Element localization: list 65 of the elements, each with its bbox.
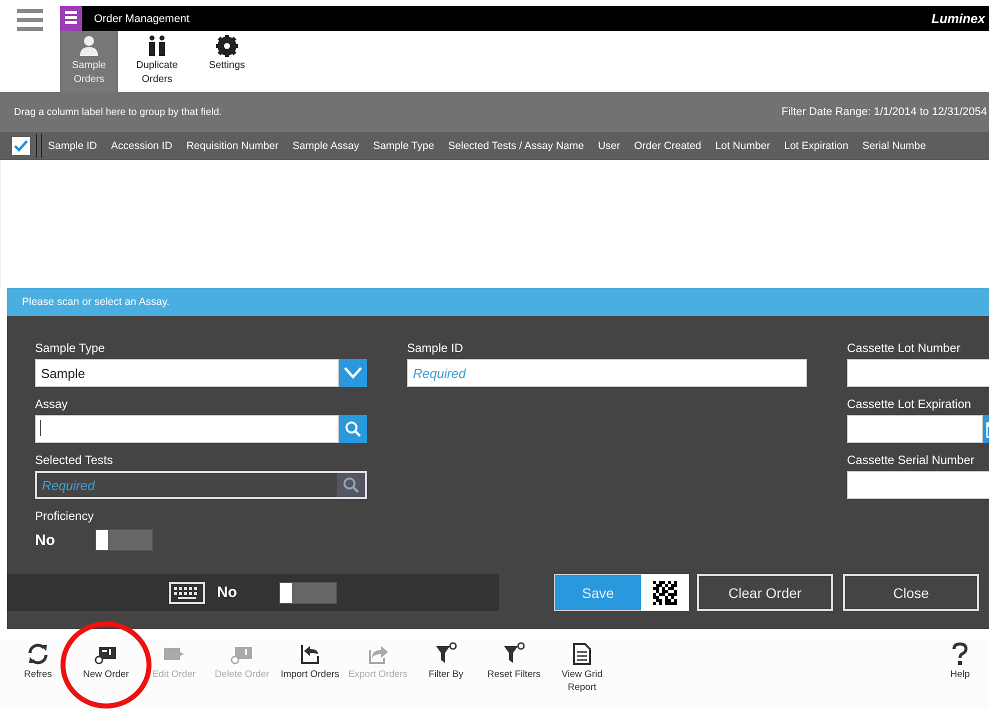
dropdown-button[interactable] bbox=[339, 359, 367, 387]
clear-order-button[interactable]: Clear Order bbox=[697, 574, 833, 611]
column-header[interactable]: User bbox=[598, 140, 620, 152]
column-header[interactable]: Selected Tests / Assay Name bbox=[448, 140, 584, 152]
date-field[interactable] bbox=[847, 415, 983, 443]
column-header[interactable]: Sample Type bbox=[373, 140, 434, 152]
column-header[interactable]: Lot Expiration bbox=[784, 140, 848, 152]
menu-icon bbox=[17, 8, 43, 32]
text-field[interactable]: Required bbox=[407, 359, 807, 387]
field-label: Selected Tests bbox=[35, 453, 114, 467]
import-icon bbox=[298, 642, 322, 666]
column-header[interactable]: Order Created bbox=[634, 140, 702, 152]
select-all-checkbox[interactable] bbox=[12, 137, 30, 155]
tab[interactable]: Sample Orders bbox=[60, 31, 118, 92]
people-icon bbox=[146, 35, 168, 57]
search-button[interactable] bbox=[339, 415, 367, 443]
column-header[interactable]: Sample Assay bbox=[292, 140, 360, 152]
settings-icon bbox=[216, 35, 238, 57]
search-field[interactable] bbox=[35, 415, 339, 443]
app-icon bbox=[60, 6, 82, 31]
filter-reset-icon bbox=[502, 642, 526, 666]
dropdown-field[interactable]: Sample bbox=[35, 359, 339, 387]
field-label: Cassette Lot Number bbox=[847, 341, 962, 355]
field-label: Sample Type bbox=[35, 341, 106, 355]
barcode-icon bbox=[653, 580, 677, 604]
filter-icon bbox=[434, 642, 458, 666]
text-field[interactable] bbox=[847, 359, 989, 387]
field-label: Assay bbox=[35, 397, 69, 411]
chevron-down-icon bbox=[344, 367, 362, 379]
brand-logo: Luminex bbox=[932, 11, 985, 26]
toggle-state: No bbox=[35, 532, 56, 548]
column-header[interactable]: Lot Number bbox=[715, 140, 770, 152]
toolbar-button[interactable]: Filter By bbox=[412, 642, 480, 681]
keyboard-button[interactable] bbox=[169, 582, 205, 604]
refresh-icon bbox=[26, 642, 50, 666]
document-icon bbox=[570, 642, 594, 666]
help-button[interactable]: Help bbox=[935, 642, 985, 681]
column-header[interactable]: Serial Numbe bbox=[862, 140, 926, 152]
field-label: Proficiency bbox=[35, 509, 95, 523]
window-title: Order Management bbox=[94, 12, 190, 24]
toolbar-button[interactable]: Import Orders bbox=[276, 642, 344, 681]
field-label: Sample ID bbox=[407, 341, 464, 355]
text-cursor bbox=[40, 420, 41, 436]
field-label: Cassette Lot Expiration bbox=[847, 397, 972, 411]
toggle-switch[interactable] bbox=[279, 582, 337, 604]
column-header[interactable]: Requisition Number bbox=[186, 140, 279, 152]
status-message: Please scan or select an Assay. bbox=[22, 296, 170, 308]
column-header[interactable]: Accession ID bbox=[111, 140, 172, 152]
column-header[interactable]: Sample ID bbox=[48, 140, 98, 152]
group-hint: Drag a column label here to group by that field. bbox=[14, 106, 223, 118]
person-icon bbox=[78, 35, 100, 57]
keyboard-icon bbox=[169, 582, 205, 604]
field-label: Cassette Serial Number bbox=[847, 453, 976, 467]
help-icon bbox=[950, 642, 970, 666]
toggle-switch[interactable] bbox=[95, 529, 153, 551]
toolbar-button[interactable]: Refres bbox=[4, 642, 72, 681]
toggle-state: No bbox=[217, 584, 238, 601]
check-icon bbox=[14, 140, 28, 152]
scan-button[interactable] bbox=[641, 574, 689, 611]
close-button[interactable]: Close bbox=[843, 574, 979, 611]
toolbar-button[interactable]: View Grid Report bbox=[548, 642, 616, 694]
search-icon bbox=[345, 421, 361, 437]
toolbar-button[interactable]: Reset Filters bbox=[480, 642, 548, 681]
filter-date-range: Filter Date Range: 1/1/2014 to 12/31/2054 bbox=[782, 106, 987, 118]
text-field[interactable] bbox=[847, 471, 989, 499]
